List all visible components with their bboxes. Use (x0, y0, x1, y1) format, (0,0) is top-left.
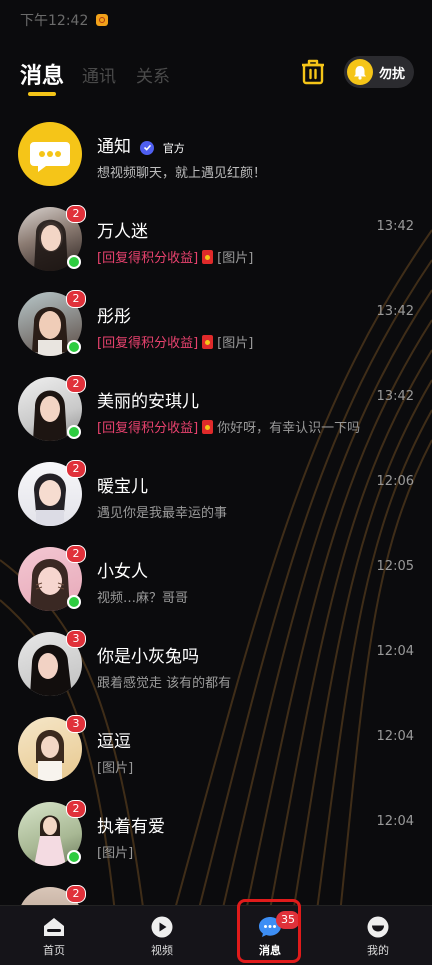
unread-badge: 2 (66, 290, 86, 308)
red-packet-icon (202, 250, 214, 264)
conversation-row-partial[interactable]: 2 (0, 877, 432, 905)
notification-name: 通知 (97, 137, 131, 157)
contact-name: 彤彤 (97, 307, 131, 327)
nav-video-label: 视频 (151, 944, 173, 957)
contact-name: 万人迷 (97, 222, 148, 242)
unread-badge: 2 (66, 545, 86, 563)
profile-icon (367, 916, 389, 938)
home-icon (44, 918, 64, 936)
nav-video[interactable]: 视频 (108, 906, 216, 965)
conversation-row[interactable]: 3 你是小灰兔吗 12:04 跟着感觉走 该有的都有 (0, 622, 432, 707)
verified-icon (140, 140, 155, 155)
message-preview: [图片] (217, 251, 254, 266)
contact-name: 暖宝儿 (97, 477, 148, 497)
online-indicator (67, 340, 81, 354)
online-indicator (67, 850, 81, 864)
message-preview: 视频…麻？哥哥 (97, 591, 189, 606)
messages-unread-badge: 35 (276, 911, 300, 929)
message-time: 13:42 (376, 389, 414, 404)
message-preview: [图片] (217, 336, 254, 351)
red-packet-icon (202, 420, 214, 434)
red-packet-icon (202, 335, 214, 349)
unread-badge: 2 (66, 460, 86, 478)
bell-icon (347, 59, 373, 85)
conversation-row[interactable]: 2 彤彤 13:42 [回复得积分收益] [图片] (0, 282, 432, 367)
conversation-row[interactable]: 2 万人迷 13:42 [回复得积分收益] [图片] (0, 197, 432, 282)
nav-messages[interactable]: 消息 (216, 906, 324, 965)
official-tag: 官方 (162, 142, 185, 155)
online-indicator (67, 425, 81, 439)
trash-icon[interactable] (301, 59, 325, 85)
message-time: 12:04 (376, 814, 414, 829)
contact-name: 小女人 (97, 562, 148, 582)
do-not-disturb-label: 勿扰 (379, 66, 406, 82)
reward-promo-text: [回复得积分收益] (97, 251, 199, 266)
nav-profile[interactable]: 我的 (324, 906, 432, 965)
message-time: 12:04 (376, 644, 414, 659)
online-indicator (67, 595, 81, 609)
notification-preview: 想视频聊天，就上遇见红颜！ (97, 166, 267, 181)
unread-badge: 2 (66, 800, 86, 818)
chat-bubble-icon (30, 142, 70, 172)
conversation-row[interactable]: 2 小女人 12:05 视频…麻？哥哥 (0, 537, 432, 622)
reward-promo-text: [回复得积分收益] (97, 421, 199, 436)
tab-relations[interactable]: 关系 (136, 62, 170, 87)
unread-badge: 3 (66, 630, 86, 648)
conversation-row[interactable]: 2 美丽的安琪儿 13:42 [回复得积分收益] 你好呀，有幸认识一下吗 (0, 367, 432, 452)
message-time: 12:05 (376, 559, 414, 574)
unread-badge: 2 (66, 205, 86, 223)
contact-name: 逗逗 (97, 732, 131, 752)
message-preview: 你好呀，有幸认识一下吗 (217, 421, 361, 436)
top-tabs: 消息 通讯 关系 勿扰 (0, 54, 432, 102)
bottom-navigation: 首页 视频 消息 我的 (0, 905, 432, 965)
message-time: 13:42 (376, 304, 414, 319)
notification-avatar (18, 122, 82, 186)
nav-messages-label: 消息 (259, 944, 281, 957)
message-preview: 遇见你是我最幸运的事 (97, 506, 228, 521)
nav-home-label: 首页 (43, 944, 65, 957)
do-not-disturb-toggle[interactable]: 勿扰 (344, 56, 414, 88)
tab-contacts[interactable]: 通讯 (82, 62, 116, 87)
conversation-row[interactable]: 2 执着有爱 12:04 [图片] (0, 792, 432, 877)
message-time: 13:42 (376, 219, 414, 234)
notification-row[interactable]: 通知 官方 想视频聊天，就上遇见红颜！ (0, 112, 432, 197)
message-preview: [图片] (97, 761, 134, 776)
message-time: 12:04 (376, 729, 414, 744)
video-play-icon (151, 916, 173, 938)
tab-active-indicator (28, 92, 56, 96)
status-time: 下午12:42 (20, 13, 89, 29)
unread-badge: 3 (66, 715, 86, 733)
unread-badge: 2 (66, 375, 86, 393)
message-time: 12:06 (376, 474, 414, 489)
nav-home[interactable]: 首页 (0, 906, 108, 965)
online-indicator (67, 255, 81, 269)
reward-promo-text: [回复得积分收益] (97, 336, 199, 351)
status-bar: 下午12:42 (0, 0, 432, 40)
nav-profile-label: 我的 (367, 944, 389, 957)
message-preview: [图片] (97, 846, 134, 861)
message-preview: 跟着感觉走 该有的都有 (97, 676, 232, 691)
contact-name: 美丽的安琪儿 (97, 392, 199, 412)
conversation-row[interactable]: 3 逗逗 12:04 [图片] (0, 707, 432, 792)
conversation-row[interactable]: 2 暖宝儿 12:06 遇见你是我最幸运的事 (0, 452, 432, 537)
contact-name: 你是小灰兔吗 (97, 647, 199, 667)
tab-messages[interactable]: 消息 (20, 58, 64, 90)
contact-name: 执着有爱 (97, 817, 165, 837)
unread-badge: 2 (66, 885, 86, 903)
weibo-notification-icon (96, 14, 109, 26)
